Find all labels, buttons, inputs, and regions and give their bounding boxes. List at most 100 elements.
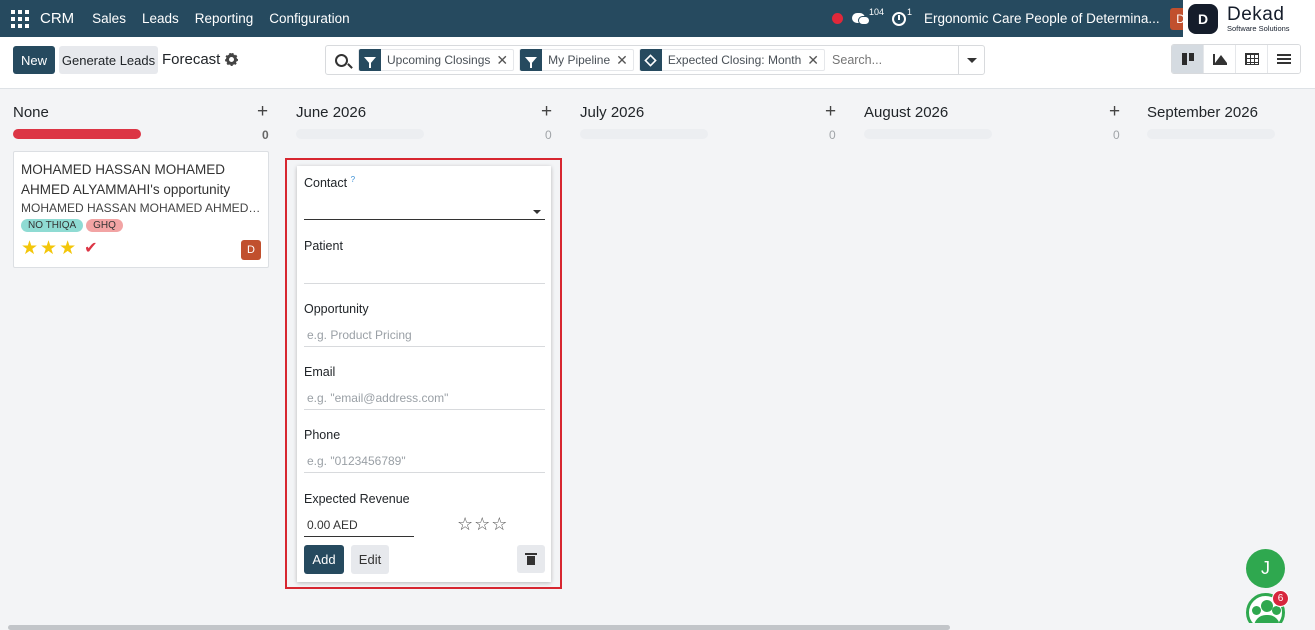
column-title[interactable]: July 2026 bbox=[580, 104, 644, 121]
column-progress-bar bbox=[296, 129, 424, 139]
help-tooltip-icon[interactable]: ? bbox=[351, 175, 355, 184]
patient-field: Patient bbox=[304, 238, 545, 253]
priority-star-icon[interactable]: ☆ bbox=[491, 515, 507, 533]
phone-input[interactable]: e.g. "0123456789" bbox=[304, 449, 545, 473]
contact-label: Contact ? bbox=[304, 175, 356, 191]
priority-star-icon[interactable]: ★ bbox=[40, 239, 57, 258]
column-progress-bar bbox=[1147, 129, 1275, 139]
column-count: 0 bbox=[1113, 128, 1120, 142]
list-view-button[interactable] bbox=[1268, 45, 1300, 73]
company-logo: D Dekad Software Solutions bbox=[1183, 0, 1315, 37]
activities-clock-icon[interactable]: 1 bbox=[892, 7, 912, 26]
generate-leads-button[interactable]: Generate Leads bbox=[59, 46, 158, 74]
chat-bubble[interactable]: J bbox=[1246, 549, 1285, 588]
column-count: 0 bbox=[262, 128, 269, 142]
pivot-view-button[interactable] bbox=[1236, 45, 1268, 73]
logo-tagline: Software Solutions bbox=[1227, 23, 1290, 33]
table-icon bbox=[1244, 53, 1259, 65]
recording-dot-icon[interactable] bbox=[832, 13, 843, 24]
add-button[interactable]: Add bbox=[304, 545, 344, 574]
column-title[interactable]: June 2026 bbox=[296, 104, 366, 121]
remove-facet-icon[interactable]: ✕ bbox=[807, 52, 824, 69]
contact-field: Contact ? bbox=[304, 175, 545, 190]
messages-count: 104 bbox=[869, 6, 885, 17]
priority-star-icon[interactable]: ★ bbox=[21, 239, 38, 258]
column-title[interactable]: August 2026 bbox=[864, 104, 948, 121]
column-progress-bar bbox=[864, 129, 992, 139]
phone-label: Phone bbox=[304, 428, 341, 442]
top-navbar: CRM Sales Leads Reporting Configuration … bbox=[0, 0, 1315, 37]
patient-input[interactable] bbox=[304, 260, 545, 284]
search-options-toggle[interactable] bbox=[958, 46, 984, 74]
revenue-row: 0.00 AED ☆ ☆ ☆ bbox=[304, 513, 545, 537]
graph-view-button[interactable] bbox=[1204, 45, 1236, 73]
kanban-view-button[interactable] bbox=[1172, 45, 1204, 73]
horizontal-scrollbar[interactable] bbox=[0, 623, 1315, 630]
messages-icon[interactable]: 104 bbox=[852, 7, 884, 26]
column-title[interactable]: None bbox=[13, 104, 49, 121]
remove-facet-icon[interactable]: ✕ bbox=[496, 52, 513, 69]
tag-badge: NO THIQA bbox=[21, 219, 84, 232]
opportunity-label: Opportunity bbox=[304, 302, 369, 316]
card-customer: MOHAMED HASSAN MOHAMED AHMED A... bbox=[21, 201, 261, 215]
kanban-column-august-2026: August 2026 + 0 bbox=[864, 89, 1134, 630]
column-progress-bar[interactable] bbox=[13, 129, 141, 139]
activities-count: 1 bbox=[907, 6, 913, 17]
facet-my-pipeline: My Pipeline ✕ bbox=[519, 49, 634, 71]
quick-create-plus-icon[interactable]: + bbox=[825, 101, 836, 123]
activity-check-icon[interactable]: ✔ bbox=[84, 238, 97, 258]
tag-badge: GHQ bbox=[86, 219, 123, 232]
quick-create-plus-icon[interactable]: + bbox=[257, 101, 268, 123]
kanban-column-july-2026: July 2026 + 0 bbox=[580, 89, 850, 630]
email-placeholder: e.g. "email@address.com" bbox=[307, 391, 449, 405]
chevron-down-icon bbox=[533, 210, 541, 214]
phone-field: Phone bbox=[304, 427, 545, 442]
edit-button[interactable]: Edit bbox=[351, 545, 389, 574]
notification-badge: 6 bbox=[1272, 590, 1289, 607]
search-bar: Upcoming Closings ✕ My Pipeline ✕ Expect… bbox=[325, 45, 985, 75]
control-panel: New Generate Leads Forecast Upcoming Clo… bbox=[0, 37, 1315, 89]
scrollbar-thumb[interactable] bbox=[8, 625, 950, 630]
logo-mark-icon: D bbox=[1188, 3, 1218, 34]
view-switcher bbox=[1171, 44, 1301, 74]
opportunity-card[interactable]: MOHAMED HASSAN MOHAMED AHMED ALYAMMAHI's… bbox=[13, 151, 269, 268]
app-brand[interactable]: CRM bbox=[40, 10, 74, 27]
facet-label: My Pipeline bbox=[548, 53, 611, 67]
quick-create-plus-icon[interactable]: + bbox=[541, 101, 552, 123]
menu-leads[interactable]: Leads bbox=[142, 11, 179, 26]
discard-button[interactable] bbox=[517, 545, 545, 573]
search-icon[interactable] bbox=[335, 53, 348, 67]
gear-icon[interactable] bbox=[225, 53, 239, 66]
column-count: 0 bbox=[545, 128, 552, 142]
menu-sales[interactable]: Sales bbox=[92, 11, 126, 26]
email-label: Email bbox=[304, 365, 336, 379]
revenue-field: Expected Revenue bbox=[304, 491, 545, 506]
expected-revenue-input[interactable]: 0.00 AED bbox=[307, 518, 358, 532]
menu-reporting[interactable]: Reporting bbox=[195, 11, 254, 26]
opportunity-input[interactable]: e.g. Product Pricing bbox=[304, 323, 545, 347]
priority-star-icon[interactable]: ☆ bbox=[474, 515, 490, 533]
list-icon bbox=[1277, 53, 1291, 65]
quick-create-plus-icon[interactable]: + bbox=[1109, 101, 1120, 123]
avatar[interactable]: D bbox=[241, 240, 261, 260]
quick-create-form: Contact ? Patient Opportunity e.g. Produ… bbox=[297, 166, 551, 582]
trash-icon bbox=[525, 552, 537, 565]
facet-upcoming-closings: Upcoming Closings ✕ bbox=[358, 49, 515, 71]
filter-icon bbox=[359, 49, 381, 71]
phone-placeholder: e.g. "0123456789" bbox=[307, 454, 406, 468]
area-chart-icon bbox=[1212, 53, 1227, 65]
apps-menu-icon[interactable] bbox=[11, 9, 29, 28]
menu-configuration[interactable]: Configuration bbox=[269, 11, 349, 26]
logo-name: Dekad bbox=[1227, 3, 1285, 25]
email-input[interactable]: e.g. "email@address.com" bbox=[304, 386, 545, 410]
priority-widget: ☆ ☆ ☆ bbox=[457, 515, 508, 533]
contact-select[interactable] bbox=[304, 196, 545, 220]
column-progress-bar bbox=[580, 129, 708, 139]
priority-star-icon[interactable]: ☆ bbox=[457, 515, 473, 533]
breadcrumb: Forecast bbox=[162, 51, 239, 68]
new-button[interactable]: New bbox=[13, 46, 55, 74]
remove-facet-icon[interactable]: ✕ bbox=[616, 52, 633, 69]
column-title[interactable]: September 2026 bbox=[1147, 104, 1258, 121]
priority-star-icon[interactable]: ★ bbox=[59, 239, 76, 258]
company-switcher[interactable]: Ergonomic Care People of Determina... bbox=[924, 11, 1160, 26]
